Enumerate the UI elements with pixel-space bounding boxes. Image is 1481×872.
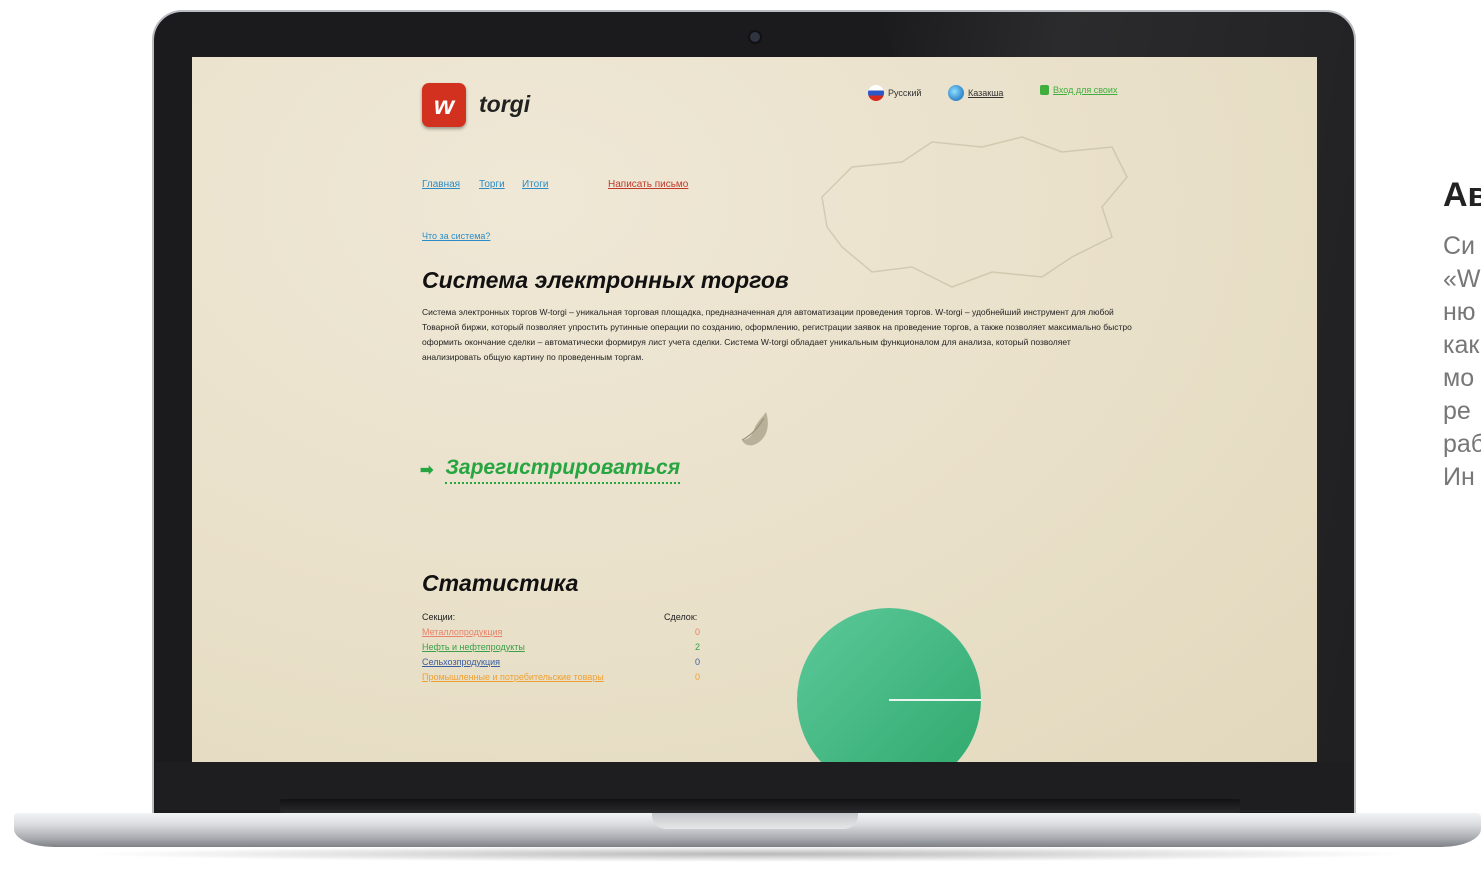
stats-col-deals: Сделок:: [664, 612, 698, 622]
kazakhstan-map-watermark: [821, 136, 1128, 288]
stats-row-name[interactable]: Нефть и нефтепродукты: [422, 642, 525, 652]
lock-icon: [1040, 85, 1049, 95]
stats-row[interactable]: Промышленные и потребительские товары 0: [422, 672, 700, 682]
stats-col-section: Секции:: [422, 612, 456, 622]
stats-pie-chart: [797, 608, 981, 762]
lang-kazakh[interactable]: Казакша: [948, 85, 1003, 101]
register-block[interactable]: ➡ Зарегистрироваться: [420, 456, 681, 484]
stats-row[interactable]: Нефть и нефтепродукты 2: [422, 642, 700, 652]
page-title: Система электронных торгов: [422, 267, 789, 293]
what-is-system-link[interactable]: Что за система?: [422, 231, 490, 241]
stats-title: Статистика: [422, 570, 579, 596]
laptop-notch: [652, 813, 858, 829]
stats-row-name[interactable]: Промышленные и потребительские товары: [422, 672, 604, 682]
nav-home[interactable]: Главная: [422, 179, 460, 190]
side-heading: Ав: [1443, 176, 1481, 214]
globe-icon: [948, 85, 964, 101]
russia-flag-icon: [868, 85, 884, 101]
pie-slice: [797, 608, 981, 762]
website-screen: w torgi Русский Казакша Вход для своих Г…: [192, 57, 1317, 762]
stats-row[interactable]: Сельхозпродукция 0: [422, 657, 700, 667]
arrow-right-icon: ➡: [420, 462, 434, 479]
stats-row-value: 2: [694, 642, 700, 652]
register-link[interactable]: Зарегистрироваться: [445, 456, 681, 484]
lang-russian[interactable]: Русский: [868, 85, 921, 101]
side-paragraph: Си «W ню как мо ре раб Ин: [1443, 232, 1481, 491]
login-link[interactable]: Вход для своих: [1040, 85, 1117, 95]
nav-results[interactable]: Итоги: [522, 179, 548, 190]
nav-auctions[interactable]: Торги: [479, 179, 505, 190]
laptop-shadow: [80, 846, 1420, 862]
logo-icon[interactable]: w: [422, 83, 466, 127]
stats-row-name[interactable]: Сельхозпродукция: [422, 657, 500, 667]
laptop-hinge: [280, 799, 1240, 813]
stats-row-value: 0: [694, 657, 700, 667]
logo-text[interactable]: torgi: [479, 91, 530, 118]
camera-icon: [750, 32, 760, 42]
stats-row-name[interactable]: Металлопродукция: [422, 627, 502, 637]
stats-row-value: 0: [694, 672, 700, 682]
stats-row[interactable]: Металлопродукция 0: [422, 627, 700, 637]
nav-write-letter[interactable]: Написать письмо: [608, 179, 688, 190]
stats-row-value: 0: [694, 627, 700, 637]
system-description: Система электронных торгов W-torgi – уни…: [422, 307, 1132, 362]
leaf-icon: [741, 412, 768, 446]
